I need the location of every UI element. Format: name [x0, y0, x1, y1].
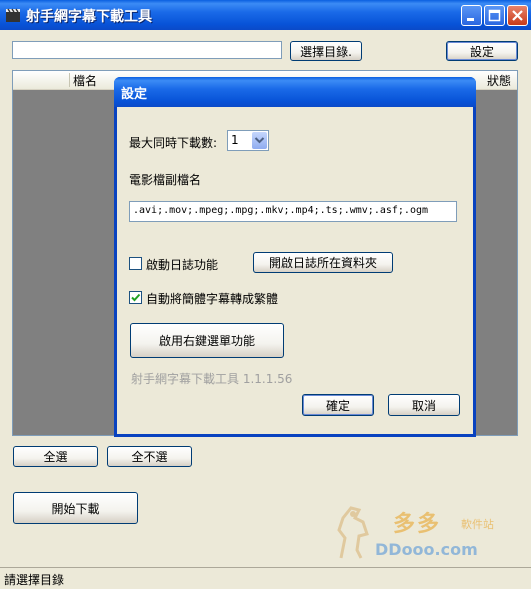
dialog-title-bar[interactable]: 設定: [114, 77, 476, 107]
column-header-filename[interactable]: 檔名: [73, 72, 97, 89]
open-log-folder-button[interactable]: 開啟日誌所在資料夾: [253, 252, 393, 273]
status-bar: 請選擇目錄: [0, 567, 531, 589]
enable-log-label[interactable]: 啟動日誌功能: [146, 256, 218, 273]
browse-directory-button[interactable]: 選擇目錄.: [290, 41, 362, 61]
maximize-icon: [488, 9, 501, 22]
auto-convert-checkbox[interactable]: [129, 291, 142, 304]
auto-convert-label[interactable]: 自動將簡體字幕轉成繁體: [146, 290, 278, 307]
column-header-status[interactable]: 狀態: [487, 72, 511, 89]
select-none-button[interactable]: 全不選: [107, 446, 192, 467]
watermark-url: DDooo.com: [375, 540, 478, 559]
dialog-title: 設定: [121, 87, 148, 102]
settings-button[interactable]: 設定: [446, 41, 518, 61]
window-title: 射手網字幕下載工具: [26, 9, 152, 25]
status-text: 請選擇目錄: [4, 573, 65, 587]
close-icon: [512, 10, 523, 21]
maximize-button[interactable]: [484, 5, 505, 26]
select-all-button[interactable]: 全選: [13, 446, 98, 467]
version-text: 射手網字幕下載工具 1.1.1.56: [131, 372, 293, 386]
clapperboard-icon: [5, 7, 21, 23]
max-downloads-label: 最大同時下載數:: [129, 136, 218, 150]
cancel-button[interactable]: 取消: [388, 394, 460, 416]
settings-dialog: 設定 最大同時下載數: 1 電影檔副檔名 .avi;.mov;.mpeg;.mp…: [114, 77, 476, 437]
extension-label: 電影檔副檔名: [129, 173, 202, 187]
watermark: 多多 軟件站 DDooo.com: [333, 500, 523, 566]
enable-context-menu-button[interactable]: 啟用右鍵選單功能: [130, 323, 284, 358]
max-downloads-value: 1: [231, 133, 239, 147]
extension-input[interactable]: .avi;.mov;.mpeg;.mpg;.mkv;.mp4;.ts;.wmv;…: [129, 201, 457, 222]
watermark-sub: 軟件站: [461, 518, 494, 531]
watermark-cn: 多多: [393, 512, 442, 537]
horse-logo-icon: [337, 506, 369, 559]
minimize-button[interactable]: [461, 5, 482, 26]
close-button[interactable]: [507, 5, 528, 26]
minimize-icon: [467, 18, 474, 21]
column-separator[interactable]: [69, 73, 70, 87]
title-bar[interactable]: 射手網字幕下載工具: [0, 0, 531, 30]
max-downloads-select[interactable]: 1: [227, 130, 269, 151]
enable-log-checkbox[interactable]: [129, 257, 142, 270]
start-download-button[interactable]: 開始下載: [13, 492, 138, 524]
chevron-down-icon[interactable]: [252, 132, 267, 149]
main-window: 射手網字幕下載工具 選擇目錄. 設定 檔名 狀態 全選 全不選 開始下載 多多 …: [0, 0, 531, 589]
checkmark-icon: [131, 293, 141, 302]
ok-button[interactable]: 確定: [302, 394, 374, 416]
directory-path-input[interactable]: [12, 41, 282, 59]
